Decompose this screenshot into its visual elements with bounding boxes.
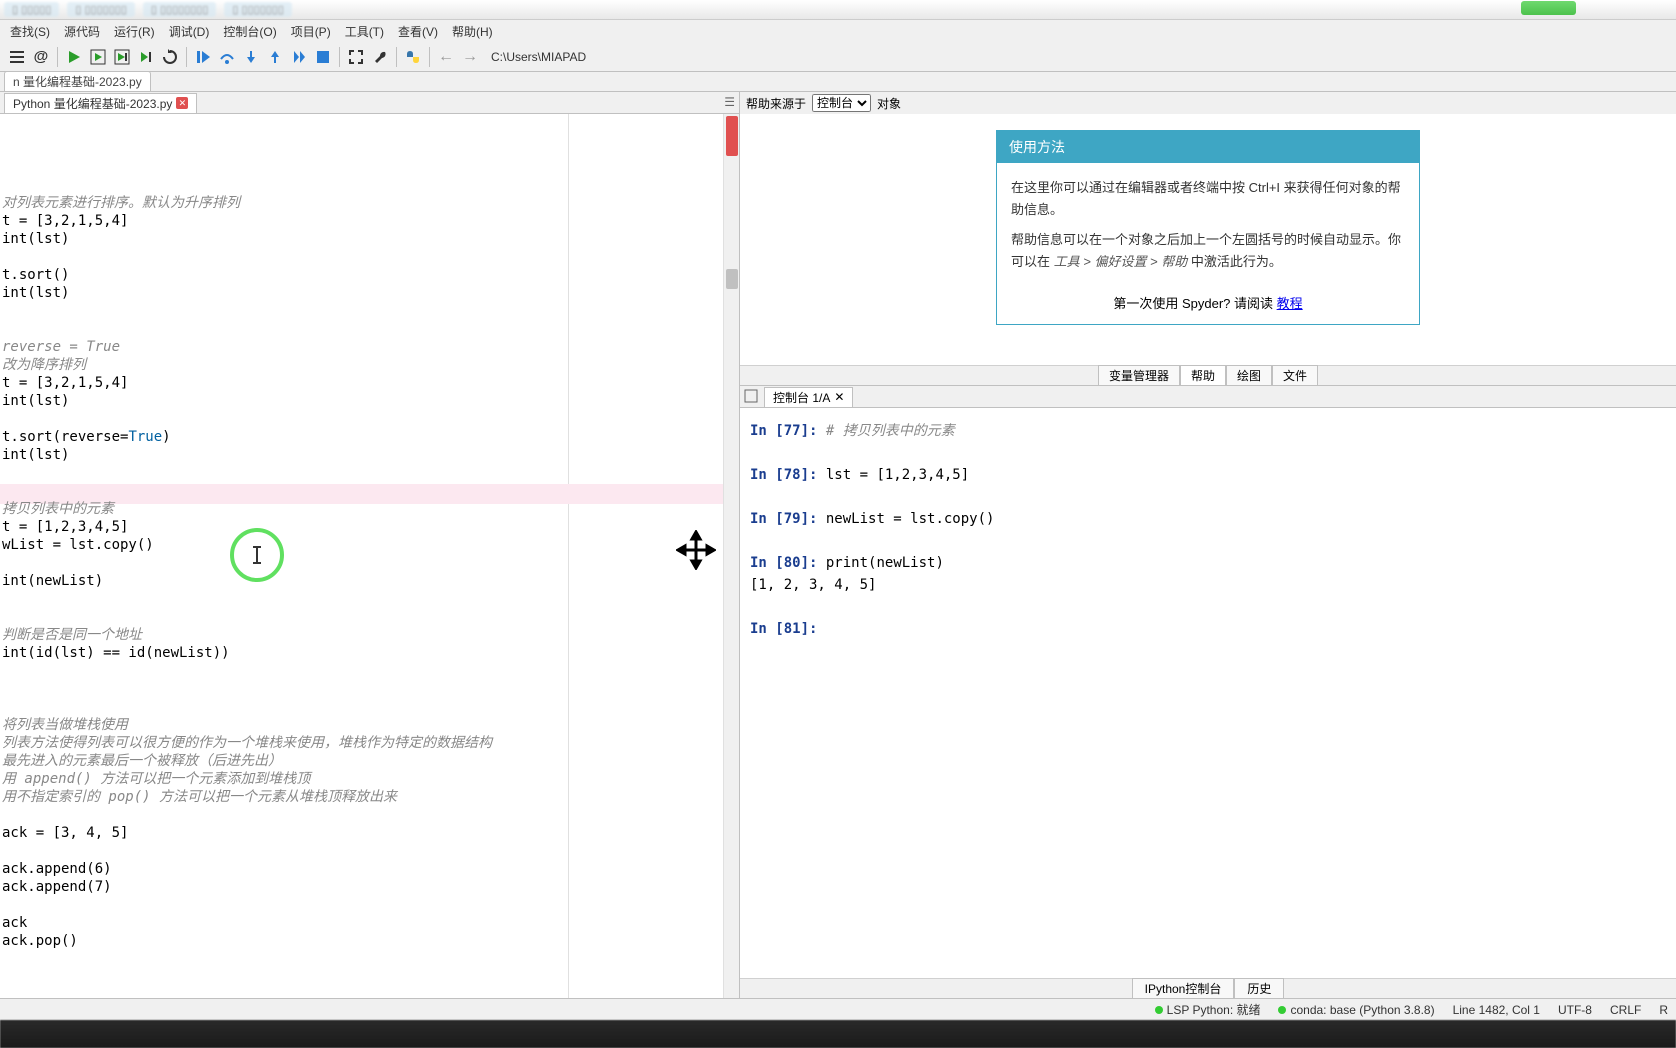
menu-tools[interactable]: 工具(T) <box>339 21 390 42</box>
menu-find[interactable]: 查找(S) <box>4 21 56 42</box>
wrench-icon[interactable] <box>369 46 391 68</box>
working-dir-path: C:\Users\MIAPAD <box>491 50 586 64</box>
tab-history[interactable]: 历史 <box>1234 978 1284 998</box>
at-icon[interactable]: @ <box>30 46 52 68</box>
right-pane: 帮助来源于 控制台 对象 使用方法 在这里你可以通过在编辑器或者终端中按 Ctr… <box>740 92 1676 998</box>
tab-ipython-console[interactable]: IPython控制台 <box>1132 978 1235 998</box>
console-body[interactable]: In [77]: # 拷贝列表中的元素 In [78]: lst = [1,2,… <box>740 408 1676 978</box>
menubar: 查找(S) 源代码 运行(R) 调试(D) 控制台(O) 项目(P) 工具(T)… <box>0 20 1676 42</box>
status-position: Line 1482, Col 1 <box>1453 1003 1540 1017</box>
editor-scrollbar[interactable] <box>723 114 739 998</box>
python-icon[interactable] <box>402 46 424 68</box>
status-rw: R <box>1659 1003 1668 1017</box>
help-pane: 帮助来源于 控制台 对象 使用方法 在这里你可以通过在编辑器或者终端中按 Ctr… <box>740 92 1676 386</box>
close-icon[interactable]: ✕ <box>176 97 188 109</box>
run-cell-icon[interactable] <box>87 46 109 68</box>
main-tabbar: n 量化编程基础-2023.py <box>0 72 1676 92</box>
help-body-1: 在这里你可以通过在编辑器或者终端中按 Ctrl+I 来获得任何对象的帮助信息。 <box>1011 177 1405 221</box>
console-options-icon[interactable] <box>744 389 760 405</box>
menu-console[interactable]: 控制台(O) <box>217 21 282 42</box>
step-out-icon[interactable] <box>264 46 286 68</box>
tutorial-link[interactable]: 教程 <box>1277 296 1303 311</box>
menu-run[interactable]: 运行(R) <box>108 21 161 42</box>
status-encoding: UTF-8 <box>1558 1003 1592 1017</box>
debug-step-icon[interactable] <box>192 46 214 68</box>
rerun-icon[interactable] <box>159 46 181 68</box>
help-tabs: 变量管理器 帮助 绘图 文件 <box>740 365 1676 385</box>
stop-icon[interactable] <box>312 46 334 68</box>
main-tab[interactable]: n 量化编程基础-2023.py <box>4 71 151 91</box>
menu-debug[interactable]: 调试(D) <box>163 21 216 42</box>
run-cell-advance-icon[interactable] <box>111 46 133 68</box>
close-icon[interactable]: ✕ <box>834 390 844 404</box>
help-source-select[interactable]: 控制台 <box>812 94 871 112</box>
help-footer: 第一次使用 Spyder? 请阅读 教程 <box>997 283 1419 324</box>
menu-help[interactable]: 帮助(H) <box>446 21 499 42</box>
console-tab-label: 控制台 1/A <box>773 389 830 406</box>
help-box-title: 使用方法 <box>997 131 1419 163</box>
help-content: 使用方法 在这里你可以通过在编辑器或者终端中按 Ctrl+I 来获得任何对象的帮… <box>740 114 1676 365</box>
status-conda: conda: base (Python 3.8.8) <box>1278 1003 1434 1017</box>
console-pane: 控制台 1/A ✕ In [77]: # 拷贝列表中的元素 In [78]: l… <box>740 386 1676 998</box>
step-over-icon[interactable] <box>216 46 238 68</box>
titlebar-badge <box>1521 1 1576 15</box>
tab-help[interactable]: 帮助 <box>1180 365 1226 385</box>
help-box: 使用方法 在这里你可以通过在编辑器或者终端中按 Ctrl+I 来获得任何对象的帮… <box>996 130 1420 325</box>
back-icon[interactable]: ← <box>435 46 457 68</box>
console-tabbar: 控制台 1/A ✕ <box>740 386 1676 408</box>
editor-tabbar: Python 量化编程基础-2023.py ✕ ☰ <box>0 92 739 114</box>
tab-files[interactable]: 文件 <box>1272 365 1318 385</box>
help-body-2: 帮助信息可以在一个对象之后加上一个左圆括号的时候自动显示。你可以在 工具 > 偏… <box>1011 229 1405 273</box>
editor-options-icon[interactable]: ☰ <box>724 95 735 109</box>
tab-plots[interactable]: 绘图 <box>1226 365 1272 385</box>
help-header: 帮助来源于 控制台 对象 <box>740 92 1676 114</box>
continue-icon[interactable] <box>288 46 310 68</box>
help-source-label: 帮助来源于 <box>746 95 806 112</box>
toolbar: @ ← → C:\Users\MIAPAD <box>0 42 1676 72</box>
editor-tab-label: Python 量化编程基础-2023.py <box>13 95 172 112</box>
tab-variable-explorer[interactable]: 变量管理器 <box>1098 365 1180 385</box>
editor-tab[interactable]: Python 量化编程基础-2023.py ✕ <box>4 93 197 113</box>
status-eol: CRLF <box>1610 1003 1641 1017</box>
maximize-icon[interactable] <box>345 46 367 68</box>
menu-view[interactable]: 查看(V) <box>392 21 444 42</box>
editor-pane: Python 量化编程基础-2023.py ✕ ☰ 对列表元素进行排序。默认为升… <box>0 92 740 998</box>
help-object-label: 对象 <box>877 95 901 112</box>
statusbar: LSP Python: 就绪 conda: base (Python 3.8.8… <box>0 998 1676 1020</box>
os-taskbar[interactable] <box>0 1020 1676 1048</box>
forward-icon[interactable]: → <box>459 46 481 68</box>
status-lsp: LSP Python: 就绪 <box>1155 1001 1261 1018</box>
window-titlebar: ▯ ▯▯▯▯▯▯ ▯▯▯▯▯▯▯▯ ▯▯▯▯▯▯▯▯▯ ▯▯▯▯▯▯▯ <box>0 0 1676 20</box>
console-bottom-tabs: IPython控制台 历史 <box>740 978 1676 998</box>
menu-source[interactable]: 源代码 <box>58 21 106 42</box>
run-icon[interactable] <box>63 46 85 68</box>
menu-project[interactable]: 项目(P) <box>285 21 337 42</box>
step-into-icon[interactable] <box>240 46 262 68</box>
editor-body[interactable]: 对列表元素进行排序。默认为升序排列t = [3,2,1,5,4]int(lst)… <box>0 114 739 998</box>
list-icon[interactable] <box>6 46 28 68</box>
run-selection-icon[interactable] <box>135 46 157 68</box>
console-tab[interactable]: 控制台 1/A ✕ <box>764 387 853 407</box>
